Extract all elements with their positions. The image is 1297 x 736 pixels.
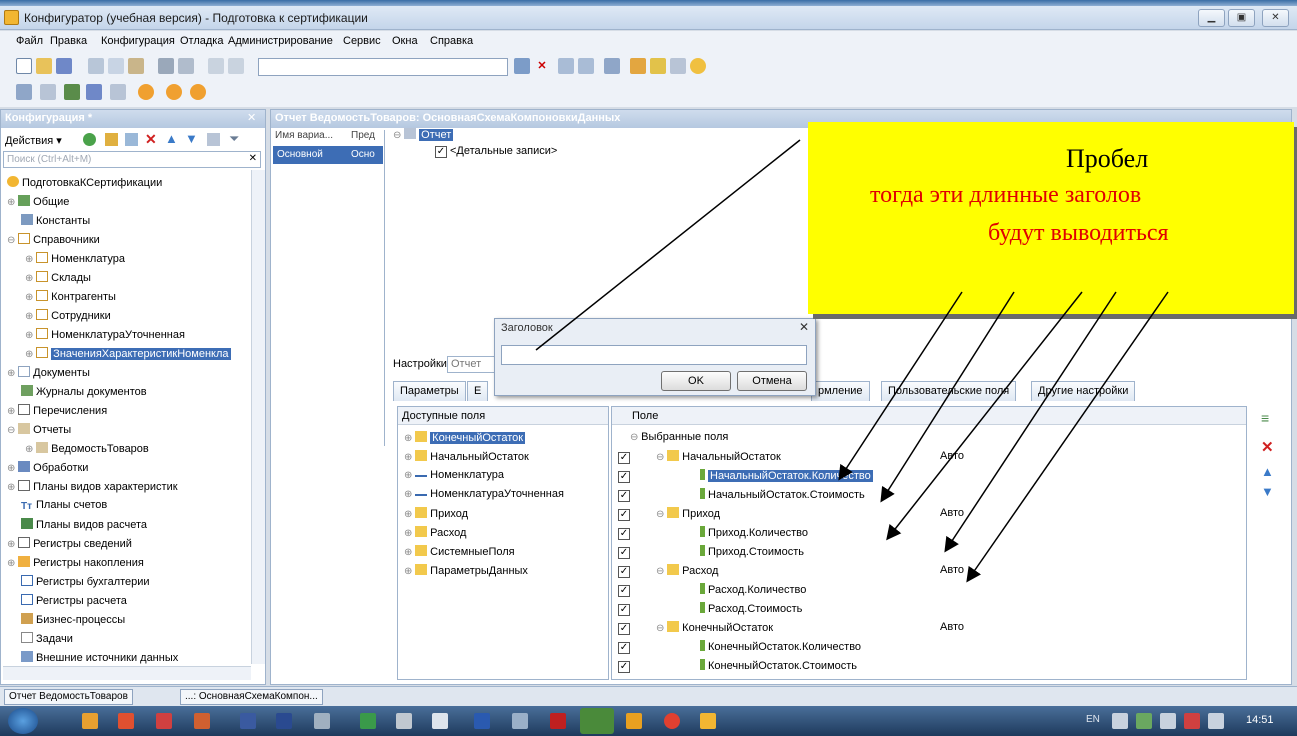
tray-icon[interactable] <box>1136 713 1152 729</box>
tray-icon[interactable] <box>1208 713 1224 729</box>
pointer-line <box>535 139 801 351</box>
taskbar-app-icon[interactable] <box>194 713 210 729</box>
arrow <box>966 291 1169 583</box>
start-button[interactable] <box>8 708 38 734</box>
arrow <box>944 291 1117 553</box>
arrow <box>838 291 963 481</box>
taskbar-app-icon[interactable] <box>118 713 134 729</box>
clock[interactable]: 14:51 <box>1246 714 1274 726</box>
language-indicator[interactable]: EN <box>1086 714 1100 725</box>
taskbar-app-icon[interactable] <box>276 713 292 729</box>
arrow <box>880 291 1015 503</box>
taskbar-app-icon[interactable] <box>396 713 412 729</box>
taskbar-app-icon[interactable] <box>240 713 256 729</box>
taskbar-app-icon[interactable] <box>512 713 528 729</box>
window-tab-schema[interactable]: ...: ОсновнаяСхемаКомпон... <box>180 689 323 705</box>
taskbar-app-icon[interactable] <box>432 713 448 729</box>
window-tabs-bar: Отчет ВедомостьТоваров ...: ОсновнаяСхем… <box>0 686 1297 706</box>
taskbar-1c-icon[interactable] <box>700 713 716 729</box>
taskbar: EN 14:51 <box>0 706 1297 736</box>
tray-volume-icon[interactable] <box>1160 713 1176 729</box>
taskbar-active-app[interactable] <box>580 708 614 734</box>
window-tab-report[interactable]: Отчет ВедомостьТоваров <box>4 689 133 705</box>
taskbar-app-icon[interactable] <box>82 713 98 729</box>
taskbar-app-icon[interactable] <box>156 713 172 729</box>
tray-icon[interactable] <box>1184 713 1200 729</box>
taskbar-excel-icon[interactable] <box>360 713 376 729</box>
taskbar-app-icon[interactable] <box>314 713 330 729</box>
taskbar-app-icon[interactable] <box>626 713 642 729</box>
taskbar-word-icon[interactable] <box>474 713 490 729</box>
arrow <box>886 291 1083 541</box>
taskbar-pdf-icon[interactable] <box>550 713 566 729</box>
tray-network-icon[interactable] <box>1112 713 1128 729</box>
arrows-overlay <box>535 139 1169 583</box>
taskbar-browser-icon[interactable] <box>664 713 680 729</box>
